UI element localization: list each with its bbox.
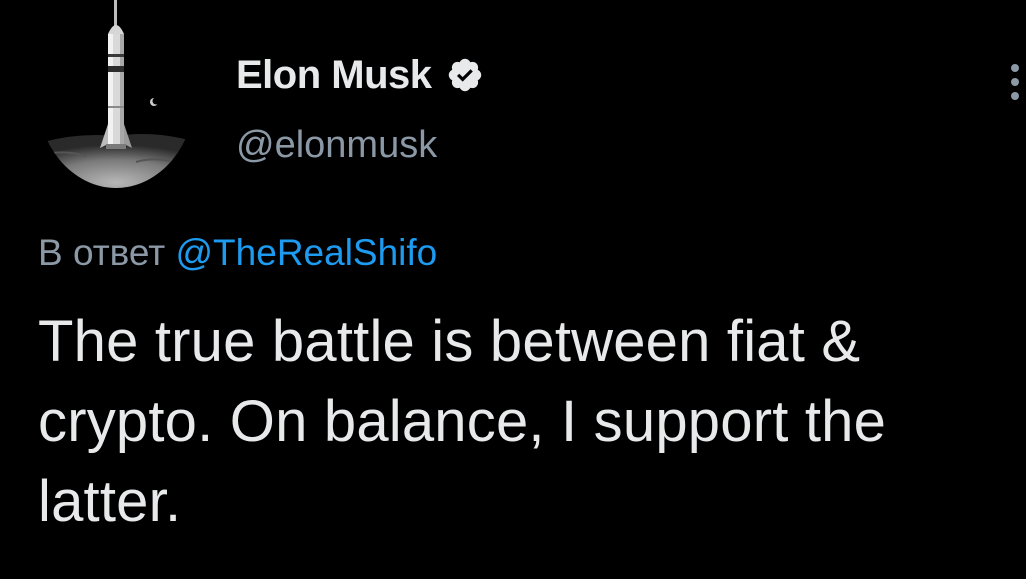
display-name[interactable]: Elon Musk (236, 53, 432, 98)
tweet-card: Elon Musk @elonmusk В ответ @TheRealShif… (0, 0, 1026, 579)
avatar[interactable] (36, 0, 196, 188)
tweet-header: Elon Musk @elonmusk (236, 50, 484, 167)
user-handle[interactable]: @elonmusk (236, 124, 484, 167)
reply-prefix: В ответ (38, 232, 166, 273)
verified-badge-icon (446, 56, 484, 94)
tweet-text: The true battle is between fiat & crypto… (38, 309, 887, 534)
reply-context: В ответ @TheRealShifo (38, 232, 437, 274)
more-vertical-icon[interactable] (1008, 62, 1022, 102)
starship-on-moon-avatar-icon (36, 0, 196, 188)
name-row: Elon Musk (236, 50, 484, 100)
reply-mention-link[interactable]: @TheRealShifo (176, 232, 438, 273)
